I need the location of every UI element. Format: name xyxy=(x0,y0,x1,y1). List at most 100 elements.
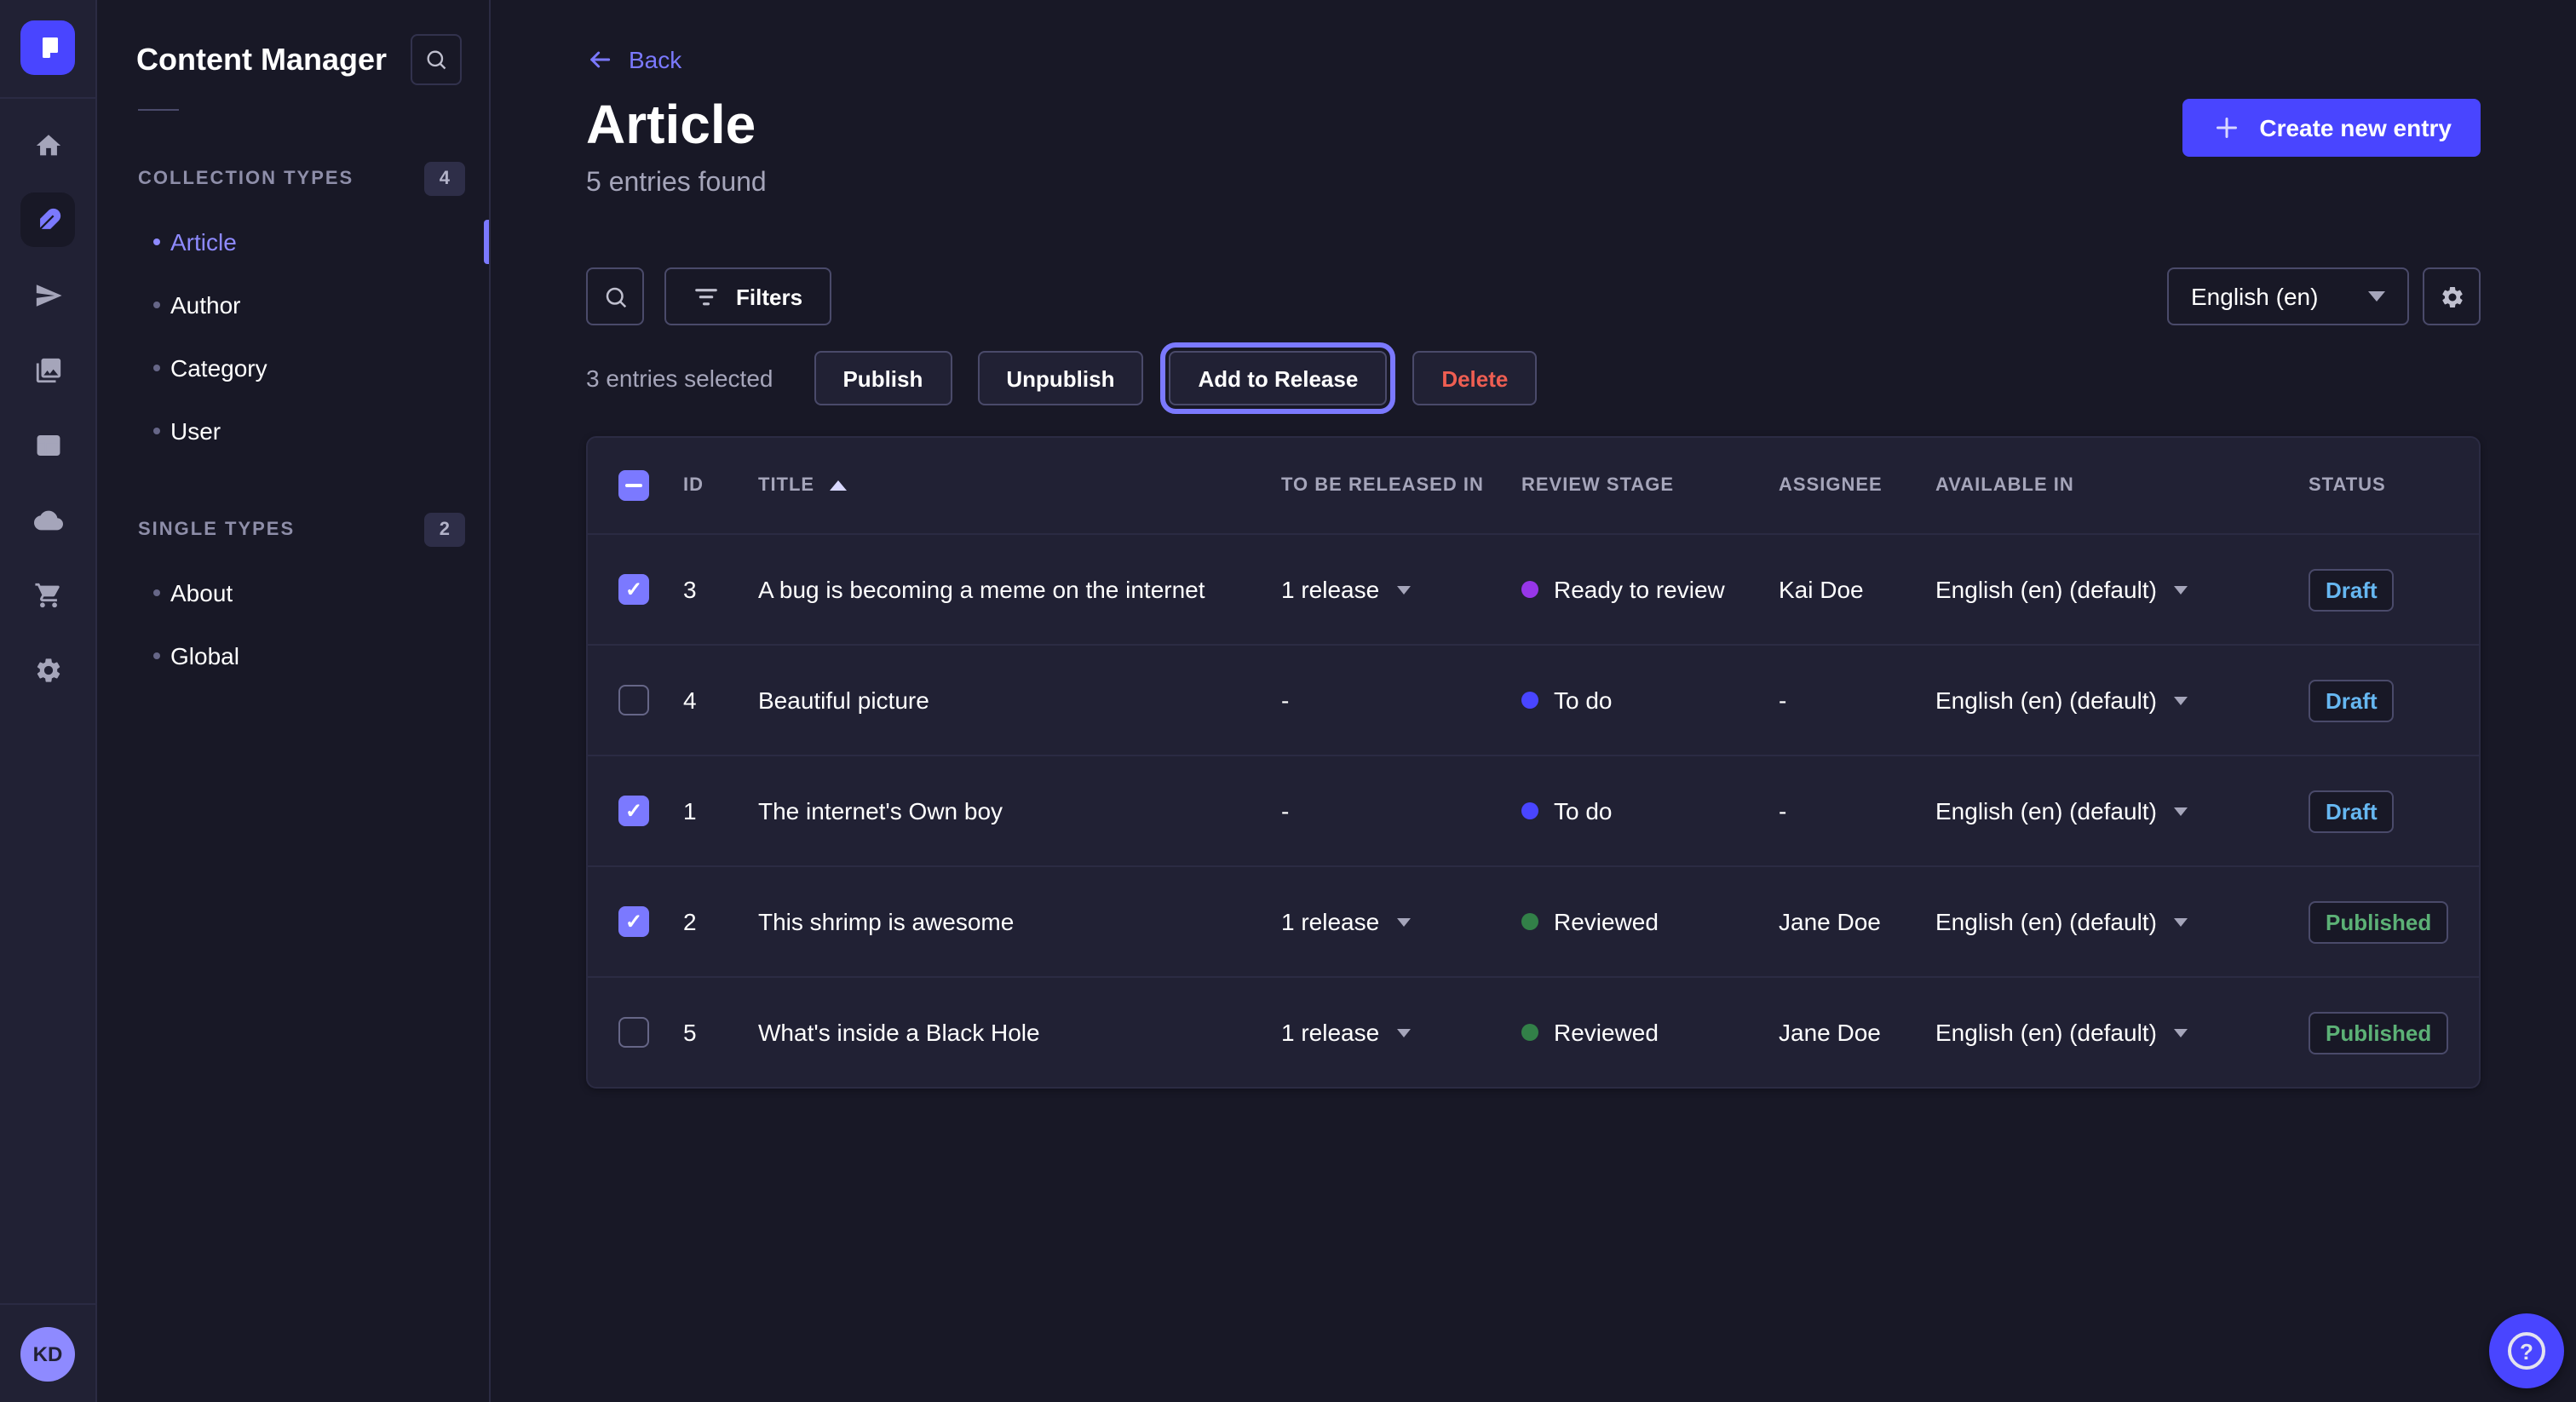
create-new-entry-button[interactable]: Create new entry xyxy=(2182,99,2481,157)
locale-caret-icon xyxy=(2174,1028,2188,1037)
sidebar-item-author[interactable]: Author xyxy=(99,273,489,336)
status-badge: Draft xyxy=(2309,790,2395,832)
row-checkbox[interactable] xyxy=(618,1017,649,1048)
cell-released[interactable]: - xyxy=(1281,687,1521,714)
subnav-search-button[interactable] xyxy=(411,34,462,85)
select-all-checkbox[interactable] xyxy=(618,470,649,501)
section-count-badge: 2 xyxy=(424,513,465,547)
stage-dot xyxy=(1521,802,1538,819)
locale-label: English (en) (default) xyxy=(1935,576,2157,603)
sidebar-item-label: Global xyxy=(170,641,239,669)
table-row[interactable]: 2 This shrimp is awesome 1 release Revie… xyxy=(588,865,2479,976)
locale-label: English (en) (default) xyxy=(1935,1019,2157,1046)
row-checkbox[interactable] xyxy=(618,574,649,605)
status-badge: Draft xyxy=(2309,568,2395,611)
cell-available[interactable]: English (en) (default) xyxy=(1935,687,2309,714)
filters-button[interactable]: Filters xyxy=(664,267,831,325)
cell-stage: To do xyxy=(1521,797,1779,825)
content-type-builder-icon[interactable] xyxy=(0,407,95,482)
sidebar-item-category[interactable]: Category xyxy=(99,336,489,399)
cell-id: 2 xyxy=(683,908,758,935)
col-header-assignee[interactable]: ASSIGNEE xyxy=(1779,475,1935,496)
cell-title: The internet's Own boy xyxy=(758,797,1281,825)
cell-stage: Ready to review xyxy=(1521,576,1779,603)
cell-released[interactable]: 1 release xyxy=(1281,576,1521,603)
locale-label: English (en) (default) xyxy=(1935,687,2157,714)
stage-label: Ready to review xyxy=(1554,576,1725,603)
release-caret-icon xyxy=(1396,585,1410,594)
sidebar-item-label: Category xyxy=(170,353,267,381)
row-checkbox[interactable] xyxy=(618,685,649,715)
cell-title: What's inside a Black Hole xyxy=(758,1019,1281,1046)
release-value: 1 release xyxy=(1281,576,1379,603)
home-icon[interactable] xyxy=(0,107,95,182)
cell-released[interactable]: - xyxy=(1281,797,1521,825)
cell-assignee: Jane Doe xyxy=(1779,908,1935,935)
status-badge: Published xyxy=(2309,900,2448,943)
cell-released[interactable]: 1 release xyxy=(1281,1019,1521,1046)
sidebar-item-global[interactable]: Global xyxy=(99,623,489,687)
table-row[interactable]: 5 What's inside a Black Hole 1 release R… xyxy=(588,976,2479,1087)
settings-icon[interactable] xyxy=(0,632,95,707)
help-button[interactable]: ? xyxy=(2489,1313,2564,1388)
marketplace-icon[interactable] xyxy=(0,557,95,632)
cell-stage: To do xyxy=(1521,687,1779,714)
col-header-released[interactable]: TO BE RELEASED IN xyxy=(1281,475,1521,496)
sidebar-item-article[interactable]: Article xyxy=(99,210,489,273)
col-header-stage[interactable]: REVIEW STAGE xyxy=(1521,475,1779,496)
sidebar-item-label: User xyxy=(170,417,221,444)
release-value: - xyxy=(1281,797,1289,825)
media-library-icon[interactable] xyxy=(0,332,95,407)
cell-title: Beautiful picture xyxy=(758,687,1281,714)
content-manager-icon[interactable] xyxy=(0,182,95,257)
row-checkbox[interactable] xyxy=(618,906,649,937)
locale-caret-icon xyxy=(2174,917,2188,926)
cell-stage: Reviewed xyxy=(1521,908,1779,935)
question-mark-icon: ? xyxy=(2508,1332,2545,1370)
col-header-title[interactable]: TITLE xyxy=(758,475,1281,496)
publish-button[interactable]: Publish xyxy=(814,351,952,405)
locale-caret-icon xyxy=(2174,585,2188,594)
cell-available[interactable]: English (en) (default) xyxy=(1935,797,2309,825)
col-header-available[interactable]: AVAILABLE IN xyxy=(1935,475,2309,496)
row-checkbox[interactable] xyxy=(618,796,649,826)
unpublish-button[interactable]: Unpublish xyxy=(977,351,1143,405)
col-header-status[interactable]: STATUS xyxy=(2309,475,2479,496)
app-root: KD Content Manager COLLECTION TYPES 4 Ar… xyxy=(0,0,2576,1402)
cell-available[interactable]: English (en) (default) xyxy=(1935,576,2309,603)
section-count-badge: 4 xyxy=(424,162,465,196)
sidebar-item-label: Article xyxy=(170,227,237,255)
entries-table: ID TITLE TO BE RELEASED IN REVIEW STAGE … xyxy=(586,436,2481,1089)
entries-count: 5 entries found xyxy=(586,169,767,199)
selection-bar: 3 entries selected Publish Unpublish Add… xyxy=(586,351,1537,405)
filters-label: Filters xyxy=(736,284,802,309)
cloud-icon[interactable] xyxy=(0,482,95,557)
col-header-title-label: TITLE xyxy=(758,475,814,496)
table-row[interactable]: 4 Beautiful picture - To do - English (e… xyxy=(588,644,2479,755)
col-header-id[interactable]: ID xyxy=(683,475,758,496)
avatar[interactable]: KD xyxy=(20,1327,75,1382)
releases-icon[interactable] xyxy=(0,257,95,332)
strapi-logo[interactable] xyxy=(20,20,75,75)
stage-label: Reviewed xyxy=(1554,1019,1659,1046)
cell-released[interactable]: 1 release xyxy=(1281,908,1521,935)
page-title: Article xyxy=(586,92,756,157)
table-row[interactable]: 3 A bug is becoming a meme on the intern… xyxy=(588,533,2479,644)
back-link[interactable]: Back xyxy=(586,46,681,73)
view-settings-button[interactable] xyxy=(2423,267,2481,325)
content-manager-subnav: Content Manager COLLECTION TYPES 4 Artic… xyxy=(99,0,491,1402)
section-label: COLLECTION TYPES xyxy=(138,169,354,189)
cell-available[interactable]: English (en) (default) xyxy=(1935,908,2309,935)
table-search-button[interactable] xyxy=(586,267,644,325)
sidebar-item-user[interactable]: User xyxy=(99,399,489,462)
locale-label: English (en) (default) xyxy=(1935,797,2157,825)
delete-button[interactable]: Delete xyxy=(1412,351,1537,405)
table-row[interactable]: 1 The internet's Own boy - To do - Engli… xyxy=(588,755,2479,865)
entry-title: The internet's Own boy xyxy=(758,797,1003,825)
locale-select[interactable]: English (en) xyxy=(2167,267,2409,325)
strapi-logo-glyph xyxy=(32,32,63,63)
main-nav-rail: KD xyxy=(0,0,97,1402)
add-to-release-button[interactable]: Add to Release xyxy=(1169,351,1387,405)
cell-available[interactable]: English (en) (default) xyxy=(1935,1019,2309,1046)
sidebar-item-about[interactable]: About xyxy=(99,560,489,623)
